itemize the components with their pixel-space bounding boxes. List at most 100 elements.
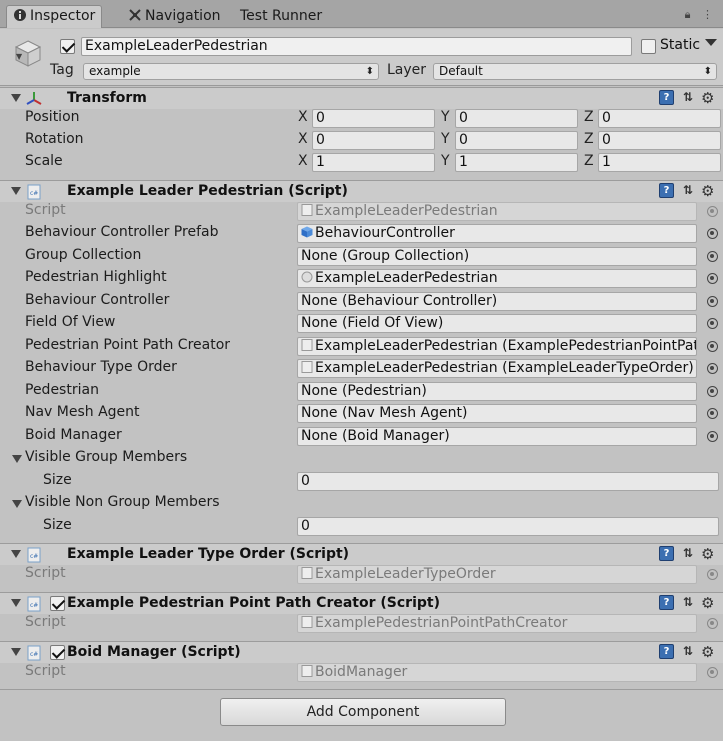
scale-x-field[interactable]: 1 — [312, 153, 435, 172]
fold-arrow-icon[interactable] — [11, 648, 21, 656]
divider — [0, 689, 723, 690]
component-enabled-toggle[interactable] — [50, 645, 65, 660]
object-name-field[interactable]: ExampleLeaderPedestrian — [81, 37, 632, 56]
pedestrian-highlight-field[interactable]: ExampleLeaderPedestrian — [297, 269, 697, 288]
object-picker-icon[interactable] — [707, 273, 718, 284]
presets-icon[interactable]: ⇅ — [683, 595, 693, 609]
object-picker-icon[interactable] — [707, 341, 718, 352]
scale-z-field[interactable]: 1 — [598, 153, 721, 172]
rotation-z-field[interactable]: 0 — [598, 131, 721, 150]
object-picker-icon[interactable] — [707, 386, 718, 397]
boid-manager-label: Boid Manager — [25, 427, 122, 443]
tag-label: Tag — [50, 62, 74, 78]
gear-icon[interactable]: ⚙ — [701, 182, 714, 200]
presets-icon[interactable]: ⇅ — [683, 644, 693, 658]
fold-arrow-icon[interactable] — [11, 187, 21, 195]
position-x-field[interactable]: 0 — [312, 109, 435, 128]
help-icon[interactable]: ? — [659, 183, 674, 198]
boid-manager-header[interactable]: c# Boid Manager (Script) ? ⇅ ⚙ — [0, 641, 723, 663]
object-picker-icon — [707, 206, 718, 217]
object-picker-icon[interactable] — [707, 228, 718, 239]
gear-icon[interactable]: ⚙ — [701, 89, 714, 107]
behaviour-controller-prefab-label: Behaviour Controller Prefab — [25, 224, 219, 240]
nav-mesh-agent-field[interactable]: None (Nav Mesh Agent) — [297, 404, 697, 423]
component-enabled-toggle[interactable] — [50, 596, 65, 611]
behaviour-controller-prefab-value: BehaviourController — [315, 225, 455, 241]
script-icon: c# — [27, 184, 41, 200]
path-creator-header[interactable]: c# Example Pedestrian Point Path Creator… — [0, 592, 723, 614]
presets-icon[interactable]: ⇅ — [683, 183, 693, 197]
position-label: Position — [25, 109, 80, 125]
script-value: BoidManager — [315, 664, 408, 680]
leader-pedestrian-header[interactable]: c# Example Leader Pedestrian (Script) ? ⇅… — [0, 180, 723, 202]
object-picker-icon[interactable] — [707, 431, 718, 442]
presets-icon[interactable]: ⇅ — [683, 90, 693, 104]
point-path-creator-field[interactable]: ExampleLeaderPedestrian (ExamplePedestri… — [297, 337, 697, 356]
boid-manager-body: Script BoidManager — [0, 663, 723, 690]
fold-arrow-icon[interactable] — [11, 599, 21, 607]
static-toggle[interactable] — [641, 39, 656, 54]
presets-icon[interactable]: ⇅ — [683, 546, 693, 560]
scale-label: Scale — [25, 153, 63, 169]
tab-test-runner[interactable]: Test Runner — [234, 6, 328, 28]
svg-text:c#: c# — [30, 553, 38, 560]
position-y-field[interactable]: 0 — [455, 109, 578, 128]
fold-arrow-icon[interactable] — [11, 550, 21, 558]
type-order-title: Example Leader Type Order (Script) — [67, 546, 350, 562]
field-of-view-field[interactable]: None (Field Of View) — [297, 314, 697, 333]
tab-menu-icon[interactable]: 🔒︎ ⋮ — [685, 8, 717, 22]
behaviour-controller-field[interactable]: None (Behaviour Controller) — [297, 292, 697, 311]
visible-non-group-members-foldout[interactable]: Visible Non Group Members — [25, 494, 220, 510]
fold-arrow-icon[interactable] — [11, 94, 21, 102]
layer-dropdown[interactable]: Default ⬍ — [433, 63, 717, 80]
gear-icon[interactable]: ⚙ — [701, 594, 714, 612]
visible-group-size-field[interactable]: 0 — [297, 472, 719, 491]
rotation-x-field[interactable]: 0 — [312, 131, 435, 150]
object-picker-icon[interactable] — [707, 363, 718, 374]
behaviour-controller-prefab-field[interactable]: BehaviourController — [297, 224, 697, 243]
object-picker-icon[interactable] — [707, 318, 718, 329]
type-order-header[interactable]: c# Example Leader Type Order (Script) ? ⇅… — [0, 543, 723, 565]
script-field: ExampleLeaderTypeOrder — [297, 565, 697, 584]
object-picker-icon[interactable] — [707, 408, 718, 419]
scale-y-field[interactable]: 1 — [455, 153, 578, 172]
boid-manager-field[interactable]: None (Boid Manager) — [297, 427, 697, 446]
object-picker-icon[interactable] — [707, 296, 718, 307]
behaviour-type-order-field[interactable]: ExampleLeaderPedestrian (ExampleLeaderTy… — [297, 359, 697, 378]
path-creator-title: Example Pedestrian Point Path Creator (S… — [67, 595, 440, 611]
svg-text:c#: c# — [30, 602, 38, 609]
fold-arrow-icon[interactable] — [12, 500, 22, 508]
help-icon[interactable]: ? — [659, 595, 674, 610]
object-picker-icon[interactable] — [707, 251, 718, 262]
help-icon[interactable]: ? — [659, 644, 674, 659]
position-z-field[interactable]: 0 — [598, 109, 721, 128]
tab-navigation-label: Navigation — [145, 8, 221, 24]
add-component-button[interactable]: Add Component — [220, 698, 506, 726]
axis-y-label: Y — [441, 131, 450, 147]
tab-inspector[interactable]: Inspector — [6, 5, 103, 28]
tab-navigation[interactable]: Navigation — [122, 6, 227, 28]
fold-arrow-icon[interactable] — [12, 455, 22, 463]
help-icon[interactable]: ? — [659, 90, 674, 105]
static-dropdown-icon[interactable] — [705, 39, 717, 46]
pedestrian-field[interactable]: None (Pedestrian) — [297, 382, 697, 401]
leader-pedestrian-body: Script ExampleLeaderPedestrian Behaviour… — [0, 202, 723, 542]
gear-icon[interactable]: ⚙ — [701, 643, 714, 661]
tag-dropdown[interactable]: example ⬍ — [83, 63, 379, 80]
tab-inspector-label: Inspector — [30, 8, 96, 24]
script-label: Script — [25, 663, 66, 679]
transform-axes-icon — [26, 92, 42, 105]
transform-body: Position X 0 Y 0 Z 0 Rotation X 0 Y 0 Z … — [0, 109, 723, 181]
script-file-icon — [301, 339, 313, 351]
rotation-y-field[interactable]: 0 — [455, 131, 578, 150]
group-collection-field[interactable]: None (Group Collection) — [297, 247, 697, 266]
visible-non-group-size-field[interactable]: 0 — [297, 517, 719, 536]
svg-text:c#: c# — [30, 190, 38, 197]
icon-dropdown-icon[interactable]: ▼ — [16, 52, 22, 61]
path-creator-body: Script ExamplePedestrianPointPathCreator — [0, 614, 723, 641]
gear-icon[interactable]: ⚙ — [701, 545, 714, 563]
active-toggle[interactable] — [60, 39, 75, 54]
help-icon[interactable]: ? — [659, 546, 674, 561]
visible-group-members-foldout[interactable]: Visible Group Members — [25, 449, 187, 465]
transform-header[interactable]: Transform ? ⇅ ⚙ — [0, 87, 723, 109]
